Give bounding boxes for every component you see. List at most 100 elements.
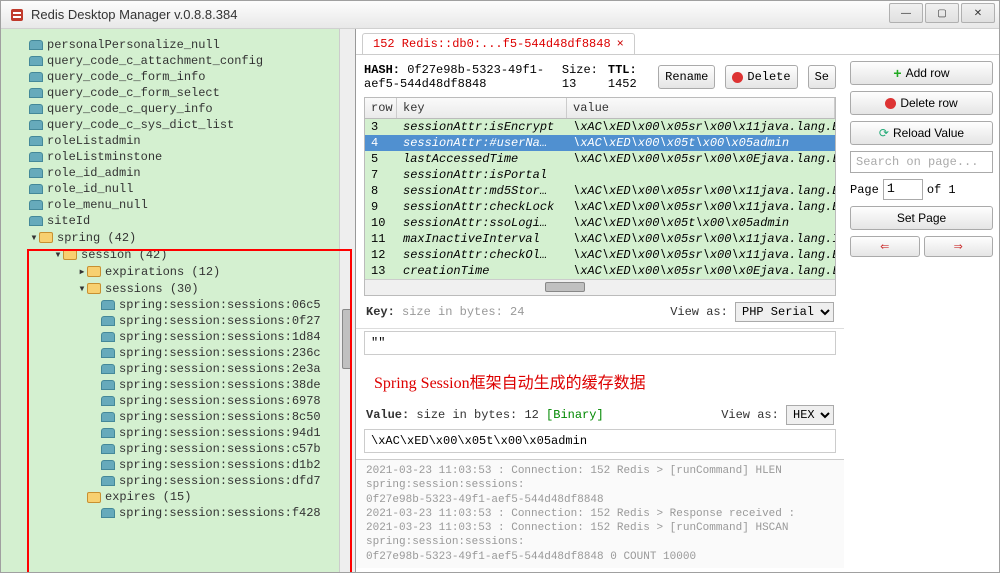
cell-value: \xAC\xED\x00\x05t\x00\x05admin	[567, 135, 835, 151]
cell-key: sessionAttr:ssoLogi…	[397, 215, 567, 231]
tree-key[interactable]: spring:session:sessions:1d84	[5, 329, 351, 345]
log-panel: 2021-03-23 11:03:53 : Connection: 152 Re…	[356, 459, 844, 568]
sidebar-scrollbar[interactable]	[339, 29, 355, 572]
add-row-button[interactable]: +Add row	[850, 61, 993, 85]
tree-key[interactable]: spring:session:sessions:2e3a	[5, 361, 351, 377]
tree-key[interactable]: spring:session:sessions:236c	[5, 345, 351, 361]
tree-key[interactable]: roleListminstone	[5, 149, 351, 165]
tree-key[interactable]: query_code_c_form_info	[5, 69, 351, 85]
value-viewas-select[interactable]: HEX	[786, 405, 834, 425]
tab-key[interactable]: 152 Redis::db0:...f5-544d48df8848 ×	[362, 33, 635, 54]
cell-row: 13	[365, 263, 397, 279]
tree-key[interactable]: query_code_c_sys_dict_list	[5, 117, 351, 133]
db-icon	[101, 412, 115, 422]
col-value[interactable]: value	[567, 98, 835, 118]
tree-key[interactable]: spring:session:sessions:38de	[5, 377, 351, 393]
col-key[interactable]: key	[397, 98, 567, 118]
folder-icon	[39, 232, 53, 243]
sidebar-tree[interactable]: personalPersonalize_nullquery_code_c_att…	[1, 29, 356, 572]
hash-info-row: HASH: 0f27e98b-5323-49f1-aef5-544d48df88…	[356, 55, 844, 97]
tree-key[interactable]: role_id_admin	[5, 165, 351, 181]
table-row[interactable]: 10sessionAttr:ssoLogi…\xAC\xED\x00\x05t\…	[365, 215, 835, 231]
tree-key[interactable]: personalPersonalize_null	[5, 37, 351, 53]
db-icon	[101, 428, 115, 438]
close-button[interactable]: ✕	[961, 3, 995, 23]
titlebar: Redis Desktop Manager v.0.8.8.384 — ▢ ✕	[1, 1, 999, 29]
tree-key[interactable]: spring:session:sessions:0f27	[5, 313, 351, 329]
cell-key: lastAccessedTime	[397, 151, 567, 167]
db-icon	[29, 136, 43, 146]
body: personalPersonalize_nullquery_code_c_att…	[1, 29, 999, 572]
set-ttl-button[interactable]: Se	[808, 65, 836, 89]
table-row[interactable]: 7sessionAttr:isPortal	[365, 167, 835, 183]
minimize-button[interactable]: —	[889, 3, 923, 23]
folder-icon	[87, 283, 101, 294]
db-icon	[101, 444, 115, 454]
db-icon	[101, 300, 115, 310]
table-row[interactable]: 9sessionAttr:checkLock\xAC\xED\x00\x05sr…	[365, 199, 835, 215]
tree-key[interactable]: spring:session:sessions:6978	[5, 393, 351, 409]
tree-key[interactable]: spring:session:sessions:dfd7	[5, 473, 351, 489]
table-header: row key value	[365, 98, 835, 119]
key-viewas-select[interactable]: PHP Serial	[735, 302, 834, 322]
db-icon	[29, 168, 43, 178]
db-icon	[101, 380, 115, 390]
cell-row: 7	[365, 167, 397, 183]
tree-key[interactable]: spring:session:sessions:c57b	[5, 441, 351, 457]
tree-key[interactable]: role_id_null	[5, 181, 351, 197]
table-body: 3sessionAttr:isEncrypt\xAC\xED\x00\x05sr…	[365, 119, 835, 279]
tree-folder-expirations[interactable]: ▸expirations (12)	[5, 263, 351, 280]
page-input[interactable]	[883, 179, 923, 200]
reload-value-button[interactable]: ⟳Reload Value	[850, 121, 993, 145]
table-row[interactable]: 4sessionAttr:#userNa…\xAC\xED\x00\x05t\x…	[365, 135, 835, 151]
db-icon	[29, 152, 43, 162]
tree-folder-session[interactable]: ▾session (42)	[5, 246, 351, 263]
db-icon	[101, 396, 115, 406]
rename-button[interactable]: Rename	[658, 65, 715, 89]
tree-key[interactable]: spring:session:sessions:8c50	[5, 409, 351, 425]
next-page-button[interactable]: ⇒	[924, 236, 994, 257]
tree-key[interactable]: siteId	[5, 213, 351, 229]
db-icon	[101, 316, 115, 326]
search-input[interactable]: Search on page...	[850, 151, 993, 173]
tree-key[interactable]: roleListadmin	[5, 133, 351, 149]
tree-folder-spring[interactable]: ▾spring (42)	[5, 229, 351, 246]
db-icon	[101, 332, 115, 342]
pager: Page of 1	[850, 179, 993, 200]
col-row[interactable]: row	[365, 98, 397, 118]
delete-row-button[interactable]: Delete row	[850, 91, 993, 115]
delete-button[interactable]: Delete	[725, 65, 797, 89]
table-row[interactable]: 3sessionAttr:isEncrypt\xAC\xED\x00\x05sr…	[365, 119, 835, 135]
key-preview: ""	[364, 331, 836, 355]
table-row[interactable]: 13creationTime\xAC\xED\x00\x05sr\x00\x0E…	[365, 263, 835, 279]
table-row[interactable]: 8sessionAttr:md5Stor…\xAC\xED\x00\x05sr\…	[365, 183, 835, 199]
db-icon	[29, 56, 43, 66]
cell-row: 8	[365, 183, 397, 199]
tree-folder-expires[interactable]: expires (15)	[5, 489, 351, 505]
key-info-row: Key: size in bytes: 24 View as: PHP Seri…	[356, 296, 844, 329]
table-row[interactable]: 5lastAccessedTime\xAC\xED\x00\x05sr\x00\…	[365, 151, 835, 167]
cell-value: \xAC\xED\x00\x05sr\x00\x11java.lang.Boo	[567, 183, 835, 199]
hash-table: row key value 3sessionAttr:isEncrypt\xAC…	[364, 97, 836, 296]
db-icon	[101, 460, 115, 470]
cell-key: creationTime	[397, 263, 567, 279]
tree-key[interactable]: spring:session:sessions:06c5	[5, 297, 351, 313]
table-row[interactable]: 12sessionAttr:checkOl…\xAC\xED\x00\x05sr…	[365, 247, 835, 263]
prev-page-button[interactable]: ⇐	[850, 236, 920, 257]
tree-key[interactable]: role_menu_null	[5, 197, 351, 213]
set-page-button[interactable]: Set Page	[850, 206, 993, 230]
cell-row: 5	[365, 151, 397, 167]
content: HASH: 0f27e98b-5323-49f1-aef5-544d48df88…	[356, 55, 999, 572]
tree-key[interactable]: spring:session:sessions:f428	[5, 505, 351, 521]
tree-key[interactable]: query_code_c_query_info	[5, 101, 351, 117]
tree-key[interactable]: spring:session:sessions:94d1	[5, 425, 351, 441]
tree-key[interactable]: query_code_c_attachment_config	[5, 53, 351, 69]
cell-key: sessionAttr:isEncrypt	[397, 119, 567, 135]
tree-key[interactable]: spring:session:sessions:d1b2	[5, 457, 351, 473]
table-h-scrollbar[interactable]	[365, 279, 835, 295]
tree-folder-sessions[interactable]: ▾sessions (30)	[5, 280, 351, 297]
maximize-button[interactable]: ▢	[925, 3, 959, 23]
tab-close-icon[interactable]: ×	[617, 37, 624, 51]
tree-key[interactable]: query_code_c_form_select	[5, 85, 351, 101]
table-row[interactable]: 11maxInactiveInterval\xAC\xED\x00\x05sr\…	[365, 231, 835, 247]
